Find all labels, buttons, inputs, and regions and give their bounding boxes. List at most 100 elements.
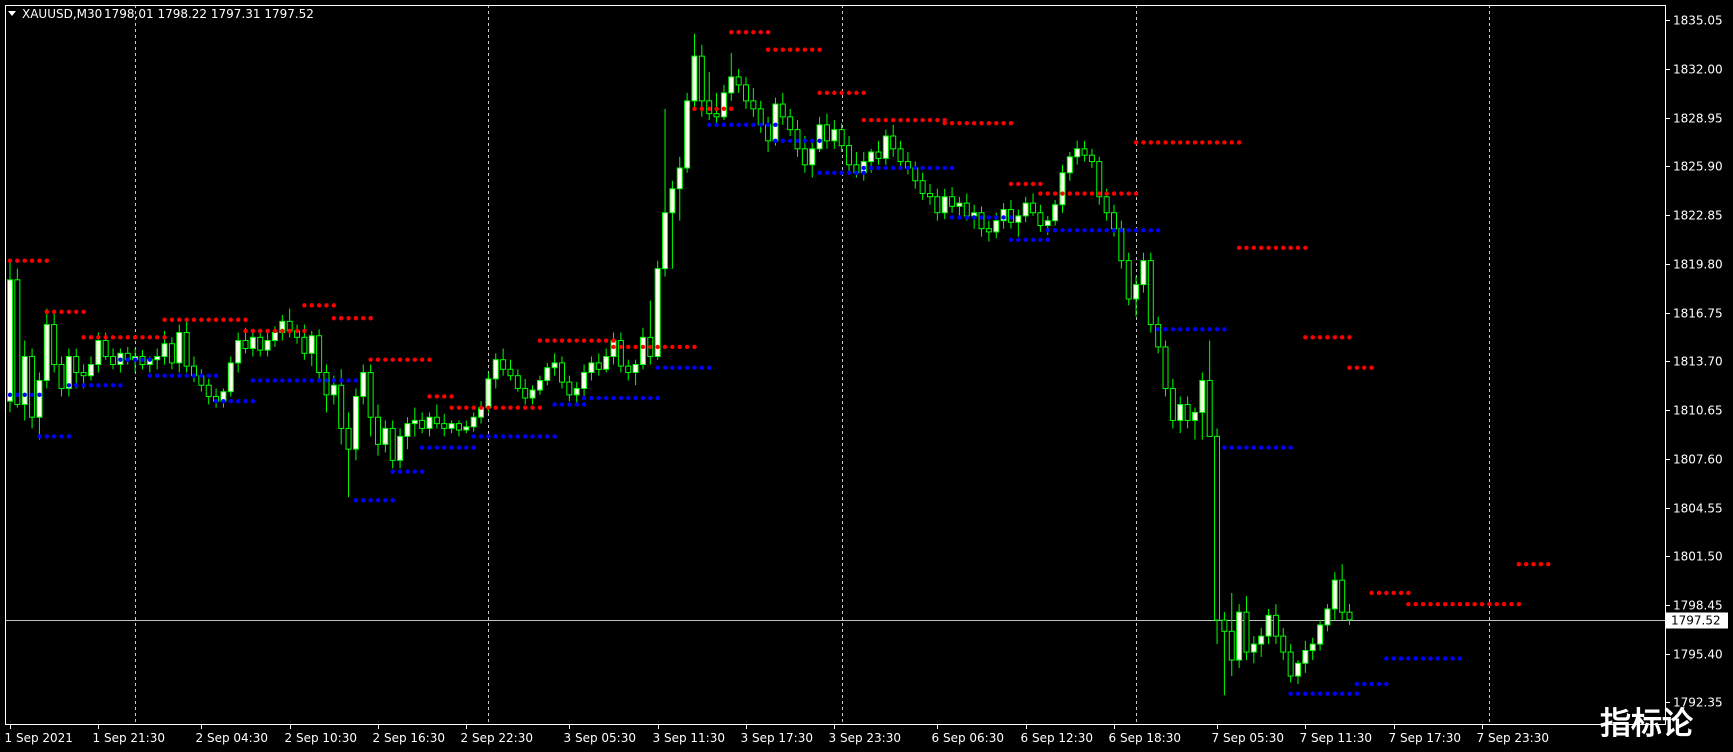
candle xyxy=(956,196,963,216)
support-dot xyxy=(736,122,741,128)
resistance-dot xyxy=(1075,191,1080,196)
candle xyxy=(669,180,676,269)
candle xyxy=(14,268,21,408)
dropdown-triangle-icon[interactable] xyxy=(8,11,16,16)
candle-body xyxy=(21,356,28,405)
support-dot xyxy=(1082,228,1087,233)
candle-body xyxy=(1059,172,1066,206)
resistance-dot xyxy=(1008,181,1014,187)
resistance-dot xyxy=(287,328,292,334)
support-dot xyxy=(765,122,771,128)
resistance-dot xyxy=(44,258,49,263)
candle xyxy=(919,172,926,200)
price-chart[interactable]: 1835.05 1832.00 1828.95 1825.90 1822.85 1819.… xyxy=(0,0,1733,752)
resistance-dot xyxy=(824,90,830,96)
candle-body xyxy=(919,180,926,195)
support-dot xyxy=(1178,327,1183,332)
support-dot xyxy=(221,399,226,404)
candle xyxy=(787,108,794,137)
resistance-dot xyxy=(1052,191,1058,196)
support-dot xyxy=(758,122,763,128)
resistance-dot xyxy=(442,394,447,399)
candle-body xyxy=(985,228,992,233)
candle-body xyxy=(1081,148,1088,156)
support-dot xyxy=(1060,228,1065,233)
support-dot xyxy=(316,378,322,383)
support-dot xyxy=(824,170,830,175)
resistance-dot xyxy=(1487,601,1492,607)
symbol-label: XAUUSD,M30 xyxy=(22,7,102,21)
support-dot xyxy=(493,434,498,439)
resistance-dot xyxy=(699,106,705,112)
candle xyxy=(536,375,543,395)
resistance-dot xyxy=(427,394,432,399)
candle-body xyxy=(1243,611,1250,653)
support-dot xyxy=(258,378,263,383)
candle xyxy=(684,92,691,173)
candle-body xyxy=(993,220,1000,233)
support-dot xyxy=(235,399,241,404)
support-dot xyxy=(1097,228,1102,233)
resistance-dot xyxy=(707,106,712,112)
resistance-dot xyxy=(486,405,491,410)
resistance-dot xyxy=(44,309,49,314)
support-dot xyxy=(626,395,631,401)
resistance-dot xyxy=(1178,140,1183,145)
resistance-dot xyxy=(59,309,64,314)
resistance-dot xyxy=(1001,121,1006,126)
resistance-dot xyxy=(493,405,498,410)
resistance-dot xyxy=(920,117,925,123)
resistance-dot xyxy=(729,29,734,35)
candle-body xyxy=(654,268,661,358)
resistance-dot xyxy=(88,335,94,340)
candle-body xyxy=(713,113,720,118)
candle-body xyxy=(154,356,161,361)
support-dot xyxy=(15,392,20,398)
candle xyxy=(1177,396,1184,434)
resistance-dot xyxy=(1229,140,1234,145)
candle xyxy=(213,388,220,408)
support-dot xyxy=(471,445,476,450)
candle xyxy=(7,260,13,413)
support-dot xyxy=(397,469,403,474)
support-dot xyxy=(1384,681,1389,687)
candle xyxy=(205,378,212,405)
resistance-dot xyxy=(331,303,337,308)
candle-body xyxy=(617,340,624,367)
support-dot xyxy=(1428,656,1433,661)
resistance-dot xyxy=(294,328,300,334)
resistance-dot xyxy=(1516,601,1522,607)
support-dot xyxy=(603,395,609,401)
resistance-dot xyxy=(1369,590,1374,596)
candle xyxy=(87,356,94,381)
candle-body xyxy=(29,356,36,418)
support-dot xyxy=(1045,237,1050,243)
resistance-dot xyxy=(103,335,108,340)
resistance-dot xyxy=(383,357,388,362)
resistance-dot xyxy=(655,344,660,350)
resistance-dot xyxy=(795,47,800,52)
support-dot xyxy=(618,395,624,401)
candle xyxy=(1191,407,1198,440)
candle xyxy=(632,359,639,386)
candle-body xyxy=(411,419,418,425)
support-dot xyxy=(500,434,506,439)
resistance-dot xyxy=(81,335,86,340)
time-tick-label: 3 Sep 05:30 xyxy=(564,731,636,745)
support-dot xyxy=(1170,327,1176,332)
candle xyxy=(257,330,264,357)
resistance-dot xyxy=(1126,191,1131,196)
candle-body xyxy=(1044,220,1051,226)
candle xyxy=(1066,151,1073,181)
support-dot xyxy=(1111,228,1117,233)
support-dot xyxy=(677,365,682,370)
candle-body xyxy=(882,135,889,159)
resistance-dot xyxy=(736,29,741,35)
resistance-dot xyxy=(817,47,822,52)
resistance-dot xyxy=(751,29,756,35)
support-dot xyxy=(1155,327,1161,332)
current-price-badge: 1797.52 xyxy=(1666,612,1728,629)
resistance-dot xyxy=(1089,191,1095,196)
resistance-dot xyxy=(773,47,778,52)
support-dot xyxy=(1141,228,1146,233)
